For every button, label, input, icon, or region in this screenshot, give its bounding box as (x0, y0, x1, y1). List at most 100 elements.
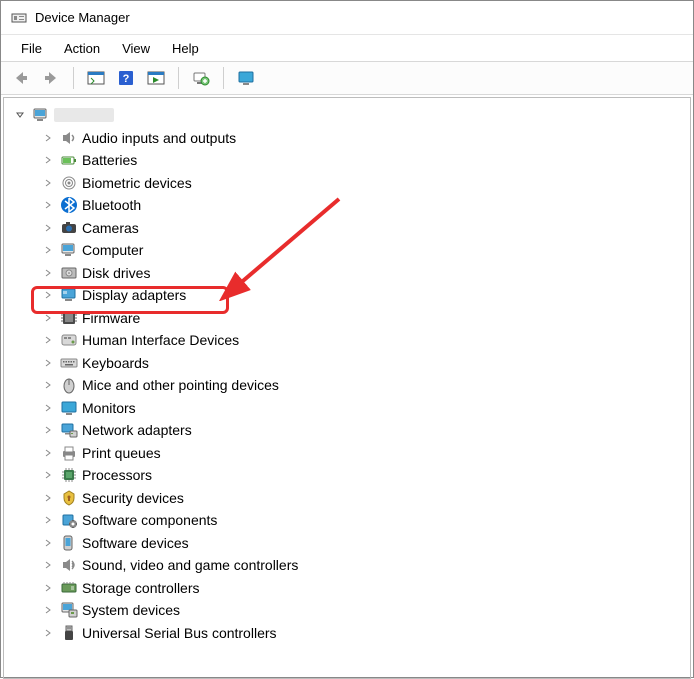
chevron-right-icon[interactable] (42, 357, 54, 369)
tree-node-label: Storage controllers (82, 580, 200, 596)
chevron-right-icon[interactable] (42, 604, 54, 616)
security-icon (60, 489, 78, 507)
keyboard-icon (60, 354, 78, 372)
menu-help[interactable]: Help (162, 39, 209, 58)
mouse-icon (60, 376, 78, 394)
tree-node[interactable]: Computer (14, 239, 690, 262)
tree-node[interactable]: Universal Serial Bus controllers (14, 622, 690, 645)
chevron-down-icon[interactable] (14, 109, 26, 121)
device-manager-icon (11, 10, 27, 26)
tree-node[interactable]: Monitors (14, 397, 690, 420)
system-icon (60, 601, 78, 619)
tree-node-label: Computer (82, 242, 143, 258)
chevron-right-icon[interactable] (42, 222, 54, 234)
menubar: File Action View Help (1, 35, 693, 61)
chevron-right-icon[interactable] (42, 289, 54, 301)
toolbar-scan-button[interactable] (189, 66, 213, 90)
menu-file[interactable]: File (11, 39, 52, 58)
battery-icon (60, 151, 78, 169)
tree-node[interactable]: Software devices (14, 532, 690, 555)
chevron-right-icon[interactable] (42, 154, 54, 166)
tree-node[interactable]: Processors (14, 464, 690, 487)
chevron-right-icon[interactable] (42, 424, 54, 436)
tree-node[interactable]: Cameras (14, 217, 690, 240)
bluetooth-icon (60, 196, 78, 214)
chevron-right-icon[interactable] (42, 244, 54, 256)
tree-node[interactable]: Keyboards (14, 352, 690, 375)
chevron-right-icon[interactable] (42, 379, 54, 391)
toolbar-action-button[interactable] (144, 66, 168, 90)
tree-node-label: Firmware (82, 310, 140, 326)
tree-node[interactable]: Biometric devices (14, 172, 690, 195)
window-title: Device Manager (35, 10, 130, 25)
computer-name-label (54, 108, 114, 122)
chevron-right-icon[interactable] (42, 559, 54, 571)
sw-component-icon (60, 511, 78, 529)
chevron-right-icon[interactable] (42, 177, 54, 189)
chevron-right-icon[interactable] (42, 514, 54, 526)
chevron-right-icon[interactable] (42, 627, 54, 639)
tree-root-node[interactable] (14, 104, 690, 127)
chevron-right-icon[interactable] (42, 469, 54, 481)
tree-node-label: Human Interface Devices (82, 332, 239, 348)
chevron-right-icon[interactable] (42, 334, 54, 346)
menu-view[interactable]: View (112, 39, 160, 58)
chevron-right-icon[interactable] (42, 582, 54, 594)
toolbar-forward-button[interactable] (39, 66, 63, 90)
tree-node[interactable]: System devices (14, 599, 690, 622)
chevron-right-icon[interactable] (42, 267, 54, 279)
tree-node-label: Sound, video and game controllers (82, 557, 298, 573)
network-icon (60, 421, 78, 439)
tree-node-label: System devices (82, 602, 180, 618)
chevron-right-icon[interactable] (42, 537, 54, 549)
titlebar: Device Manager (1, 1, 693, 35)
monitor-icon (237, 69, 255, 87)
tree-node[interactable]: Sound, video and game controllers (14, 554, 690, 577)
chevron-right-icon[interactable] (42, 492, 54, 504)
tree-node-label: Display adapters (82, 287, 186, 303)
chevron-right-icon[interactable] (42, 402, 54, 414)
help-icon: ? (117, 69, 135, 87)
tree-node[interactable]: Security devices (14, 487, 690, 510)
menu-action[interactable]: Action (54, 39, 110, 58)
firmware-icon (60, 309, 78, 327)
tree-node[interactable]: Display adapters (14, 284, 690, 307)
tree-node[interactable]: Software components (14, 509, 690, 532)
monitor-icon (60, 399, 78, 417)
printer-icon (60, 444, 78, 462)
tree-node[interactable]: Network adapters (14, 419, 690, 442)
tree-node-label: Keyboards (82, 355, 149, 371)
sw-device-icon (60, 534, 78, 552)
panel-icon (87, 69, 105, 87)
tree-node[interactable]: Storage controllers (14, 577, 690, 600)
toolbar-help-button[interactable]: ? (114, 66, 138, 90)
storage-icon (60, 579, 78, 597)
tree-node-label: Bluetooth (82, 197, 141, 213)
chevron-right-icon[interactable] (42, 199, 54, 211)
toolbar-back-button[interactable] (9, 66, 33, 90)
panel-play-icon (147, 69, 165, 87)
arrow-right-icon (42, 69, 60, 87)
device-tree[interactable]: Audio inputs and outputs Batteries Biometr… (3, 97, 691, 679)
tree-node[interactable]: Human Interface Devices (14, 329, 690, 352)
tree-node-label: Disk drives (82, 265, 150, 281)
chevron-right-icon[interactable] (42, 447, 54, 459)
tree-node-label: Software devices (82, 535, 189, 551)
tree-node-label: Audio inputs and outputs (82, 130, 236, 146)
tree-node[interactable]: Batteries (14, 149, 690, 172)
chevron-right-icon[interactable] (42, 312, 54, 324)
tree-node[interactable]: Firmware (14, 307, 690, 330)
tree-node[interactable]: Disk drives (14, 262, 690, 285)
computer-icon (60, 241, 78, 259)
toolbar-show-hide-button[interactable] (84, 66, 108, 90)
tree-node[interactable]: Audio inputs and outputs (14, 127, 690, 150)
toolbar-separator (223, 67, 224, 89)
tree-node[interactable]: Mice and other pointing devices (14, 374, 690, 397)
tree-node[interactable]: Print queues (14, 442, 690, 465)
chevron-right-icon[interactable] (42, 132, 54, 144)
tree-node[interactable]: Bluetooth (14, 194, 690, 217)
sound-icon (60, 556, 78, 574)
toolbar-monitor-button[interactable] (234, 66, 258, 90)
arrow-left-icon (12, 69, 30, 87)
tree-node-label: Batteries (82, 152, 137, 168)
